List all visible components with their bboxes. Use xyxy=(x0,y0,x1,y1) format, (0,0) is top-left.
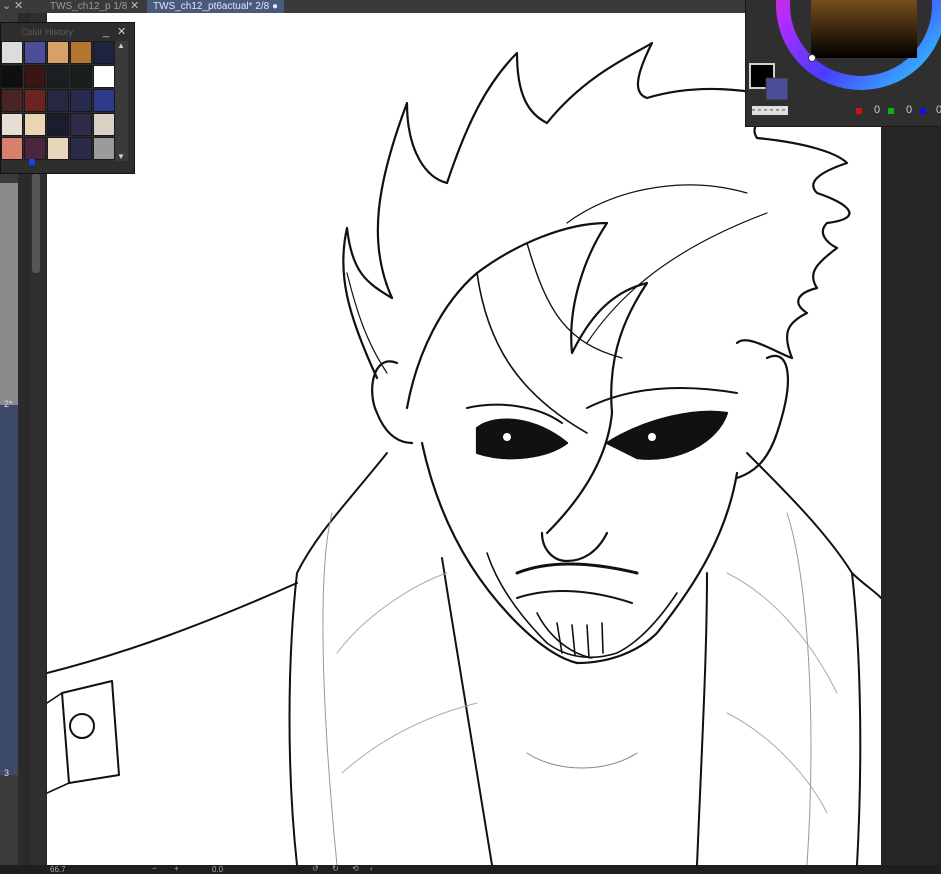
rail-gray-block xyxy=(0,183,18,405)
color-swatch[interactable] xyxy=(70,89,92,112)
color-swatch[interactable] xyxy=(47,113,69,136)
color-swatch[interactable] xyxy=(93,137,115,160)
red-value[interactable]: 0 xyxy=(874,104,880,116)
collar-left xyxy=(288,452,388,865)
close-icon[interactable]: ✕ xyxy=(117,23,126,41)
palette-scrollbar[interactable]: ▲ ▼ xyxy=(115,41,128,161)
color-wheel-panel: 0 0 0 xyxy=(745,0,941,127)
flip-icon[interactable]: ‹ xyxy=(370,864,373,873)
color-swatch[interactable] xyxy=(24,137,46,160)
right-panel-strip xyxy=(881,126,941,865)
neck-right xyxy=(696,572,708,865)
rotate-field[interactable]: 0.0 xyxy=(212,865,223,874)
jaw-right xyxy=(575,471,739,665)
tab-document-2[interactable]: TWS_ch12_pt6actual* 2/8 ● xyxy=(147,0,284,13)
minimize-icon[interactable]: _ xyxy=(103,23,109,41)
blue-value[interactable]: 0 xyxy=(936,104,941,116)
palette-footer xyxy=(1,158,131,168)
panel-title: Color History xyxy=(21,27,74,37)
ear-right xyxy=(735,354,789,480)
color-swatch[interactable] xyxy=(47,41,69,64)
color-swatch[interactable] xyxy=(24,113,46,136)
lineart-drawing xyxy=(47,41,881,865)
color-swatch[interactable] xyxy=(47,137,69,160)
color-swatch[interactable] xyxy=(24,89,46,112)
reset-icon[interactable]: ⟲ xyxy=(352,864,359,873)
color-history-panel: Color History _ ✕ ▲ ▼ xyxy=(0,22,135,174)
color-swatch[interactable] xyxy=(70,65,92,88)
mouth xyxy=(516,590,633,604)
rotate-right-icon[interactable]: ↻ xyxy=(332,864,339,873)
color-swatch[interactable] xyxy=(24,65,46,88)
eye-right xyxy=(605,410,729,460)
close-tab-icon[interactable]: ✕ xyxy=(14,0,23,13)
panel-header[interactable]: Color History _ ✕ xyxy=(1,23,134,41)
color-picker-handle xyxy=(808,54,816,62)
zoom-in-icon[interactable]: + xyxy=(174,864,179,873)
status-bar: 66.7 − + 0.0 ↺ ↻ ⟲ ‹ xyxy=(0,864,941,874)
menu-chevron-icon[interactable]: ⌄ xyxy=(2,0,11,13)
color-swatch[interactable] xyxy=(93,89,115,112)
red-channel-icon xyxy=(856,108,862,114)
scroll-thumb[interactable] xyxy=(32,173,40,273)
jaw-left xyxy=(420,441,579,665)
nose xyxy=(540,531,609,563)
color-swatch[interactable] xyxy=(1,137,23,160)
tab-document-1[interactable]: TWS_ch12_p 1/8 ✕ xyxy=(50,0,139,13)
color-swatch[interactable] xyxy=(1,41,23,64)
color-swatch[interactable] xyxy=(70,137,92,160)
scroll-up-icon[interactable]: ▲ xyxy=(117,41,125,50)
blue-channel-icon xyxy=(920,108,926,114)
beard xyxy=(486,552,678,659)
color-swatch[interactable] xyxy=(47,89,69,112)
zoom-out-icon[interactable]: − xyxy=(152,864,157,873)
green-channel-icon xyxy=(888,108,894,114)
blue-marker-icon xyxy=(29,159,35,165)
ear-left xyxy=(371,360,414,445)
color-swatch[interactable] xyxy=(93,41,115,64)
rotate-left-icon[interactable]: ↺ xyxy=(312,864,319,873)
swatch-grid xyxy=(1,41,115,160)
color-swatch[interactable] xyxy=(1,113,23,136)
hair-fringe xyxy=(405,221,649,535)
rail-label-2: 2* xyxy=(4,399,13,409)
color-swatch[interactable] xyxy=(70,41,92,64)
color-swatch[interactable] xyxy=(1,89,23,112)
color-swatch[interactable] xyxy=(47,65,69,88)
color-swatch[interactable] xyxy=(1,65,23,88)
drawing-canvas[interactable] xyxy=(47,13,881,865)
color-swatch[interactable] xyxy=(93,65,115,88)
color-swatch[interactable] xyxy=(24,41,46,64)
saturation-value-square xyxy=(811,0,917,58)
zoom-field[interactable]: 66.7 xyxy=(50,865,66,874)
color-swatch[interactable] xyxy=(93,113,115,136)
close-icon[interactable]: ✕ xyxy=(130,0,139,12)
green-value[interactable]: 0 xyxy=(906,104,912,116)
rail-selected-band[interactable] xyxy=(0,405,18,775)
eye-left xyxy=(475,418,569,460)
rail-label-3: 3 xyxy=(4,768,10,778)
collar-right xyxy=(746,452,862,865)
color-swatch[interactable] xyxy=(70,113,92,136)
strap-button xyxy=(69,713,95,739)
sub-color-swatch xyxy=(765,77,789,101)
